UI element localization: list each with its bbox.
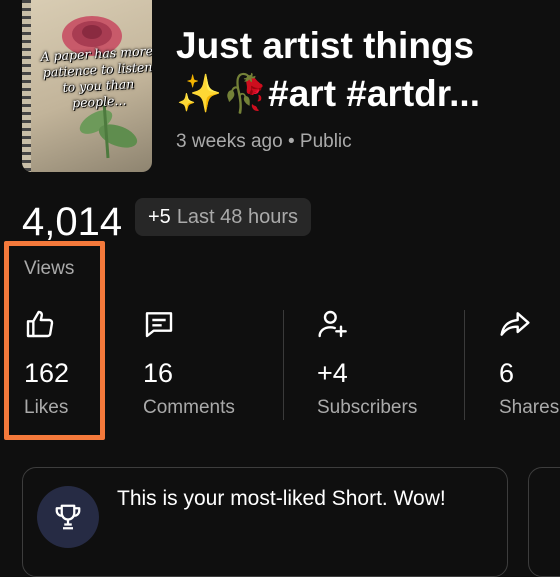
shares-label: Shares: [499, 397, 560, 418]
stat-divider: [283, 310, 284, 420]
share-icon: [499, 308, 559, 342]
video-title[interactable]: Just artist things ✨🥀#art #artdr...: [176, 22, 548, 118]
add-person-icon: [317, 308, 417, 342]
comment-icon: [143, 308, 235, 342]
trophy-icon: [37, 486, 99, 548]
stat-comments[interactable]: 16 Comments: [143, 308, 235, 419]
stat-divider: [464, 310, 465, 420]
title-line-2: ✨🥀#art #artdr...: [176, 73, 480, 114]
shares-count: 6: [499, 358, 515, 388]
stat-shares[interactable]: 6 Shares: [499, 308, 559, 419]
annotation-highlight-box: [4, 241, 105, 440]
comments-count: 16: [143, 358, 174, 388]
insight-card[interactable]: This is your most-liked Short. Wow!: [22, 467, 508, 577]
views-delta-badge: +5 Last 48 hours: [135, 198, 312, 236]
views-delta: +5: [148, 205, 171, 228]
stat-subscribers[interactable]: +4 Subscribers: [317, 308, 417, 419]
views-delta-period: Last 48 hours: [176, 205, 299, 228]
video-thumbnail[interactable]: A paper has more patience to listen to y…: [22, 0, 152, 172]
sketchbook-binding: [22, 0, 31, 172]
comments-label: Comments: [143, 397, 235, 418]
insight-text: This is your most-liked Short. Wow!: [117, 487, 446, 510]
subscribers-label: Subscribers: [317, 397, 418, 418]
next-insight-card[interactable]: [528, 467, 560, 577]
subscribers-count: +4: [317, 358, 348, 388]
title-line-1: Just artist things: [176, 25, 475, 66]
views-count: 4,014: [22, 200, 123, 244]
video-meta: 3 weeks ago • Public: [176, 131, 352, 152]
thumbnail-quote: A paper has more patience to listen to y…: [40, 43, 152, 111]
